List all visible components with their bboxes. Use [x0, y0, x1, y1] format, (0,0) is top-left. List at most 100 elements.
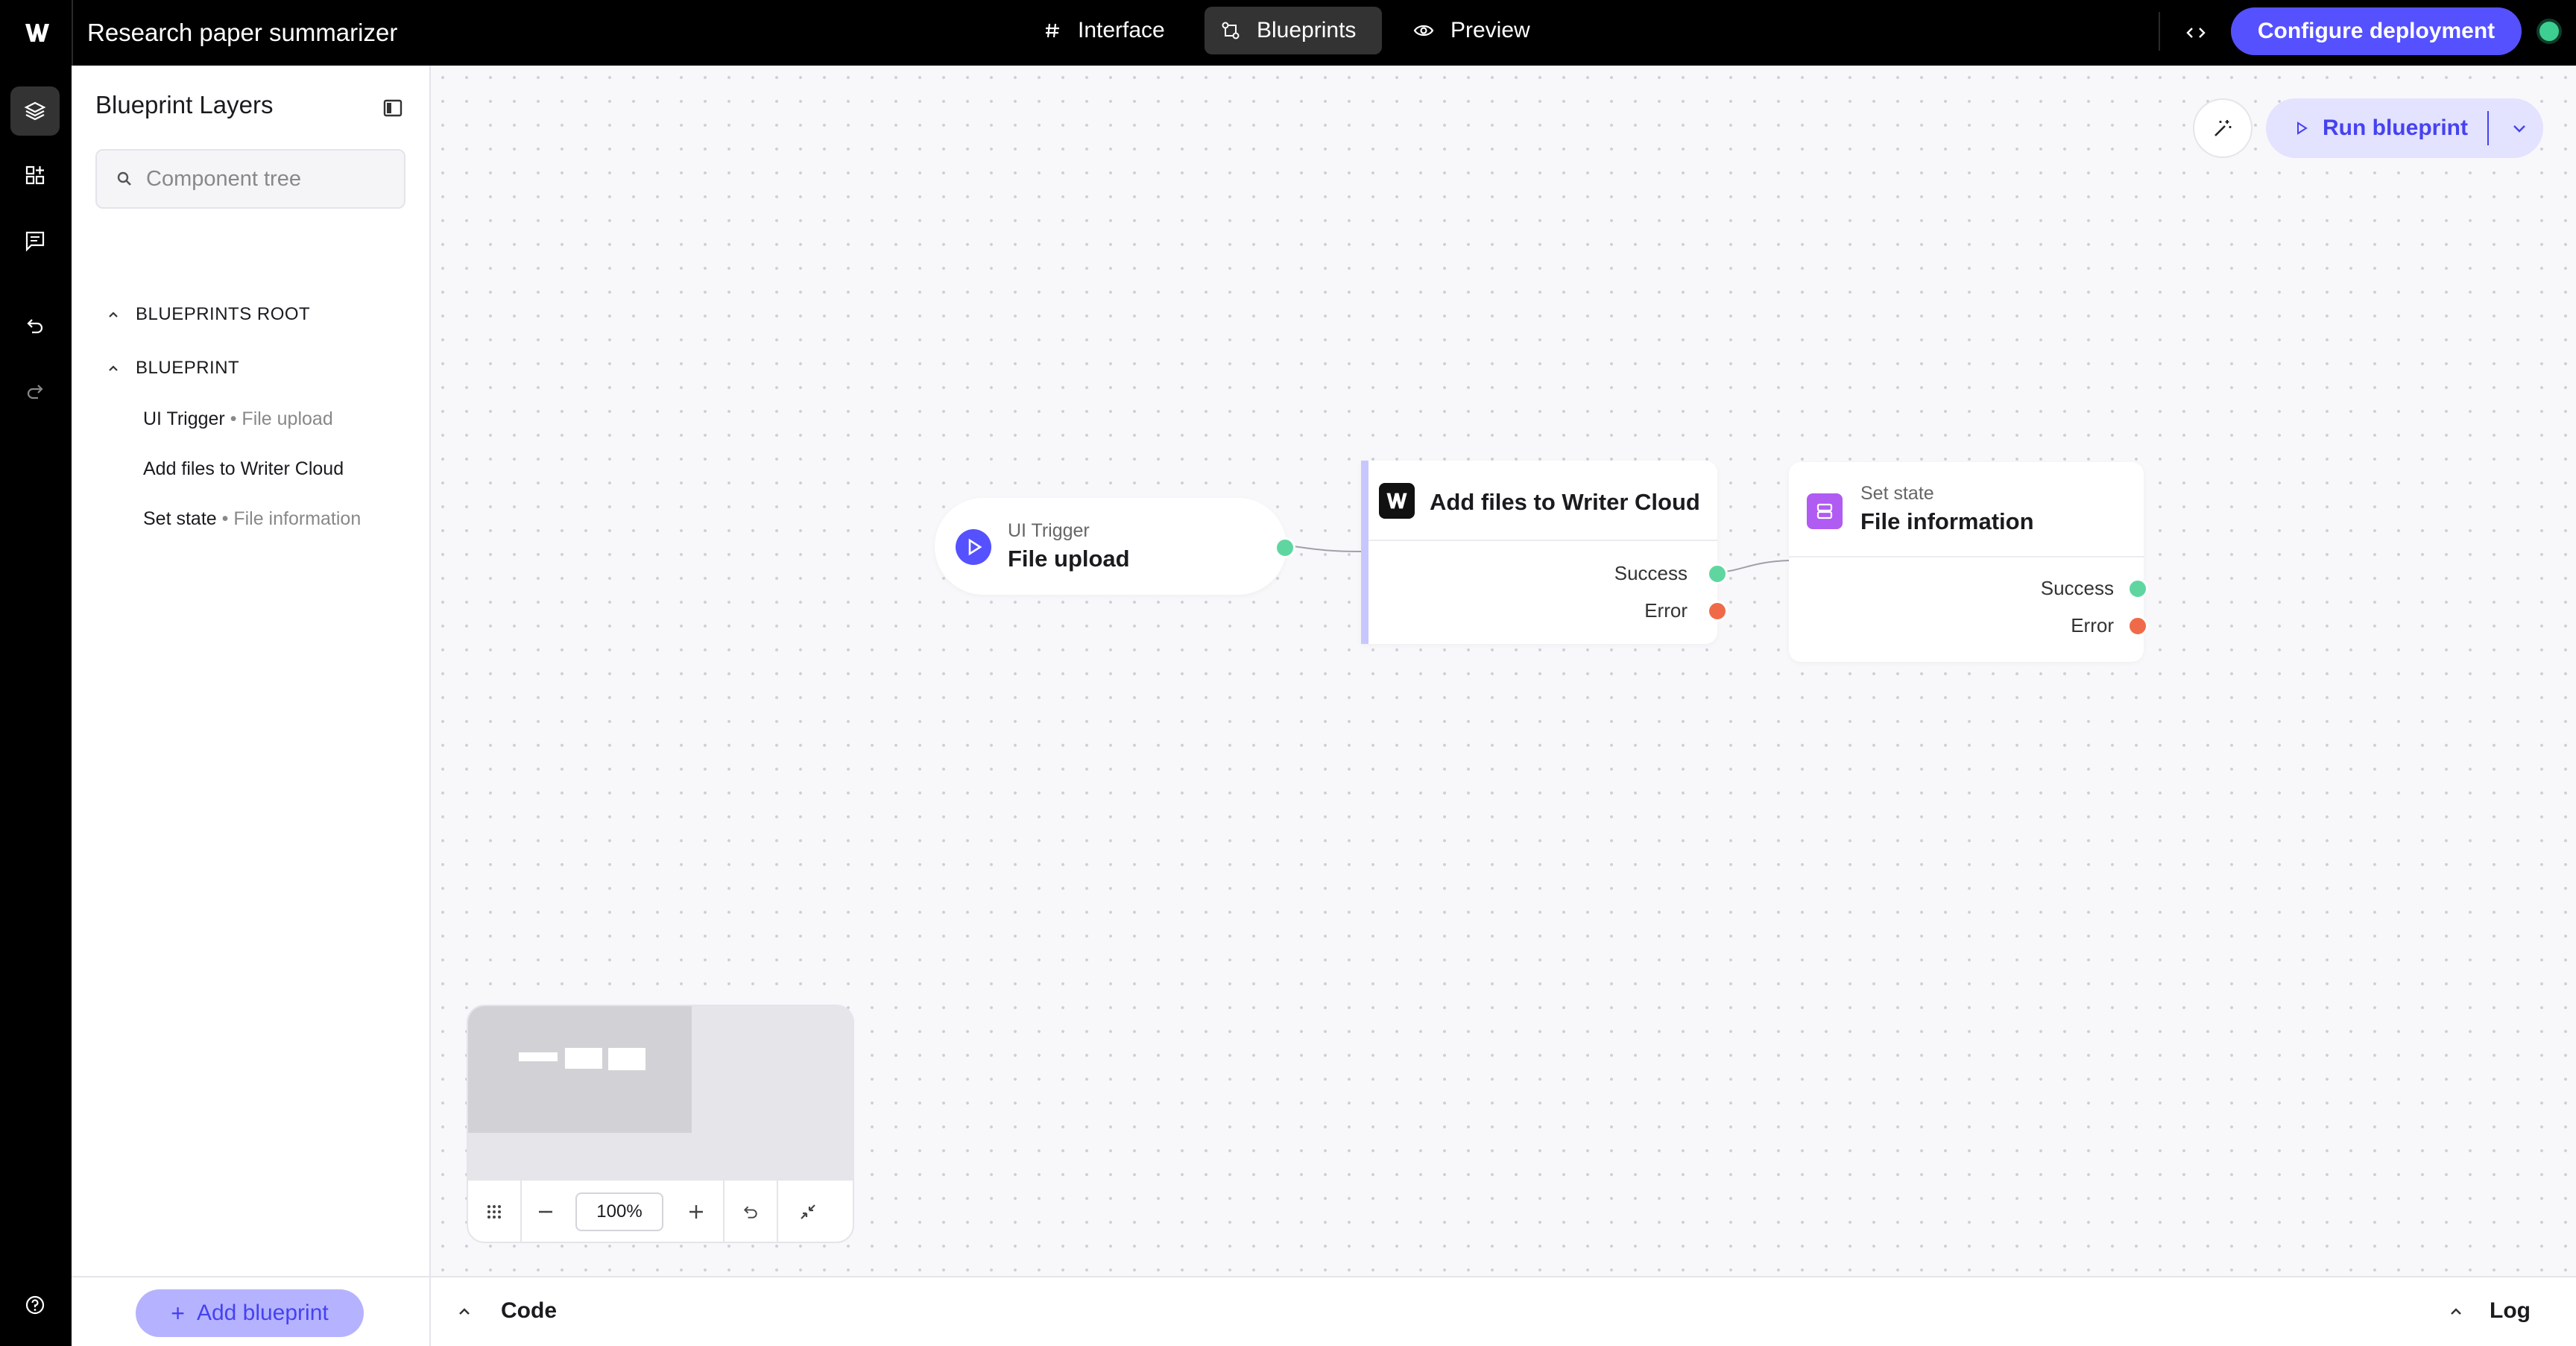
blueprint-canvas[interactable]: Run blueprint UI Trigger File upload Add… [431, 66, 2576, 1276]
node-type-label: UI Trigger [1008, 520, 1090, 541]
writer-logo-icon [1379, 483, 1415, 519]
minimap-viewport[interactable] [468, 1006, 692, 1133]
eye-icon [1413, 25, 1434, 37]
layers-icon [24, 101, 46, 121]
rail-comments-button[interactable] [10, 216, 60, 265]
rail-add-component-button[interactable] [10, 151, 60, 200]
tree-blueprints-root[interactable]: BLUEPRINTS ROOT [107, 304, 310, 325]
tab-blueprints-label: Blueprints [1257, 18, 1357, 42]
tree-root-label: BLUEPRINTS ROOT [136, 304, 311, 324]
component-tree-search[interactable] [95, 149, 405, 209]
success-port[interactable] [1707, 563, 1728, 584]
node-title: File information [1860, 508, 2034, 534]
node-divider [1789, 556, 2144, 557]
fit-view-button[interactable] [778, 1180, 838, 1242]
bottom-panel-bar: Code Log [431, 1276, 2576, 1346]
tree-item-sub: File information [233, 508, 362, 529]
tree-item-sub: File upload [242, 408, 333, 429]
error-label: Error [1644, 599, 1688, 622]
rail-redo-button[interactable] [10, 367, 60, 416]
chevron-up-icon[interactable] [458, 1307, 471, 1316]
help-icon [25, 1295, 45, 1315]
chevron-up-icon[interactable] [107, 310, 119, 319]
node-title: Add files to Writer Cloud [1430, 489, 1700, 515]
chevron-up-icon[interactable] [107, 364, 119, 373]
add-blueprint-label: Add blueprint [196, 1301, 329, 1325]
tree-item-name: Add files to Writer Cloud [143, 458, 344, 479]
node-add-files[interactable]: Add files to Writer Cloud Success Error [1361, 461, 1728, 644]
blueprint-icon [1222, 22, 1240, 40]
zoom-level[interactable]: 100% [575, 1192, 663, 1231]
collapse-panel-icon[interactable] [382, 97, 404, 119]
blueprint-layers-panel: Blueprint Layers BLUEPRINTS ROOT BLUEPRI… [72, 66, 431, 1346]
minimap-node [565, 1048, 602, 1069]
top-divider [72, 0, 73, 66]
minimap-node [608, 1048, 645, 1070]
top-separator [2159, 12, 2160, 51]
node-set-state[interactable]: Set state File information Success Error [1789, 462, 2148, 662]
minimap[interactable]: 100% [467, 1005, 854, 1243]
app-title: Research paper summarizer [87, 19, 398, 46]
zoom-in-button[interactable] [669, 1180, 724, 1242]
search-icon [117, 171, 131, 186]
rail-help-button[interactable] [10, 1280, 60, 1330]
grid-toggle-button[interactable] [468, 1180, 522, 1242]
chevron-up-icon[interactable] [2449, 1307, 2463, 1316]
add-blueprint-button[interactable]: + Add blueprint [136, 1289, 364, 1337]
code-icon [2186, 28, 2206, 38]
top-bar: Research paper summarizer Interface Blue… [0, 0, 2576, 66]
tree-item-set-state[interactable]: Set state • File information [143, 508, 361, 530]
hash-icon [1046, 23, 1059, 38]
node-type-label: Set state [1860, 483, 1934, 504]
node-ui-trigger[interactable]: UI Trigger File upload [935, 498, 1295, 595]
zoom-out-button[interactable] [522, 1180, 569, 1242]
collapse-arrows-icon [801, 1204, 815, 1219]
play-circle-icon [956, 529, 991, 565]
log-panel-toggle[interactable]: Log [2490, 1298, 2531, 1324]
node-title: File upload [1008, 546, 1130, 572]
tab-blueprints[interactable]: Blueprints [1205, 7, 1382, 54]
plus-icon: + [171, 1299, 185, 1327]
tab-preview-label: Preview [1450, 18, 1530, 42]
tree-item-ui-trigger[interactable]: UI Trigger • File upload [143, 408, 333, 430]
redo-icon [27, 385, 43, 399]
plus-icon [689, 1205, 703, 1219]
tab-interface[interactable]: Interface [1029, 7, 1193, 54]
state-icon [1807, 493, 1843, 529]
comment-icon [25, 231, 45, 252]
tab-interface-label: Interface [1078, 18, 1165, 42]
rail-layers-button[interactable] [10, 86, 60, 136]
search-input[interactable] [146, 166, 385, 192]
output-port[interactable] [1275, 537, 1295, 558]
minus-icon [539, 1210, 552, 1213]
grid-dots-icon [487, 1205, 501, 1219]
tree-item-add-files[interactable]: Add files to Writer Cloud [143, 458, 344, 480]
add-component-icon [25, 165, 45, 185]
layers-title: Blueprint Layers [95, 91, 274, 119]
error-label: Error [2071, 614, 2114, 636]
status-indicator [2536, 19, 2562, 44]
node-divider [1368, 540, 1717, 541]
tree-blueprint-label: BLUEPRINT [136, 358, 240, 378]
left-rail [0, 66, 72, 1346]
success-label: Success [1614, 562, 1688, 584]
minimap-controls: 100% [468, 1179, 853, 1242]
error-port[interactable] [2127, 616, 2148, 636]
error-port[interactable] [1707, 601, 1728, 622]
configure-deployment-button[interactable]: Configure deployment [2231, 7, 2522, 55]
code-view-button[interactable] [2175, 16, 2217, 49]
writer-logo-icon[interactable] [22, 18, 52, 48]
minimap-view[interactable] [468, 1006, 853, 1179]
rail-undo-button[interactable] [10, 301, 60, 350]
tree-item-name: UI Trigger [143, 408, 225, 429]
success-label: Success [2040, 577, 2114, 599]
reset-view-button[interactable] [724, 1180, 778, 1242]
reset-icon [743, 1206, 757, 1219]
minimap-node [519, 1052, 558, 1061]
undo-icon [27, 319, 43, 334]
tree-item-name: Set state [143, 508, 217, 529]
code-panel-toggle[interactable]: Code [501, 1298, 557, 1324]
success-port[interactable] [2127, 578, 2148, 599]
tree-blueprint[interactable]: BLUEPRINT [107, 358, 239, 379]
tab-preview[interactable]: Preview [1395, 7, 1544, 54]
